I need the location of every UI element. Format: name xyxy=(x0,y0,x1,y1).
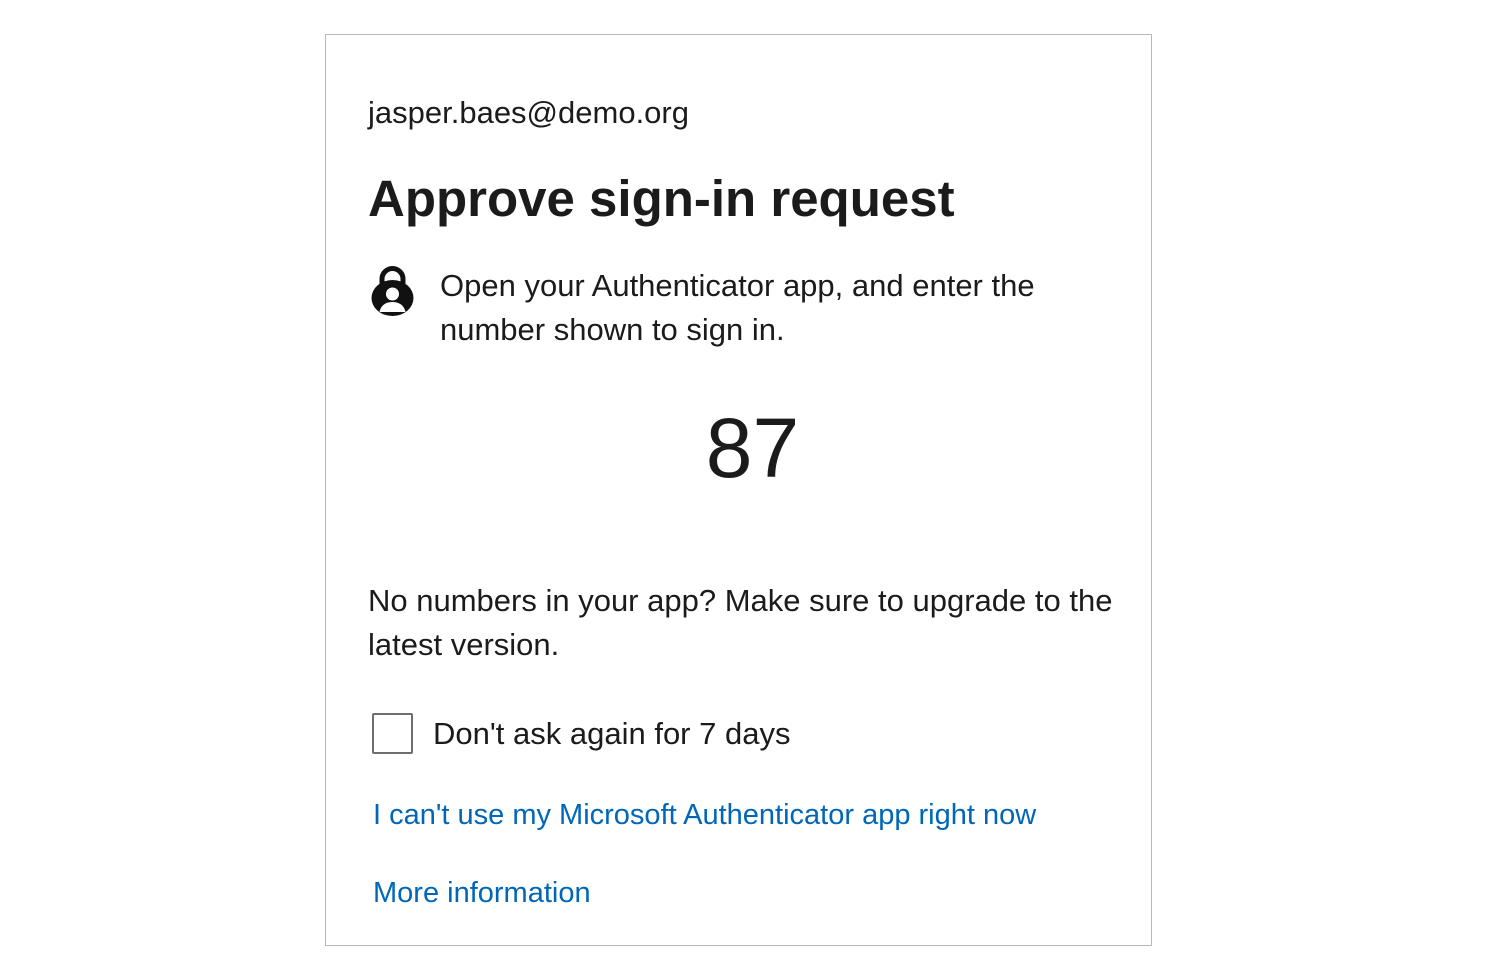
authenticator-lock-icon xyxy=(370,265,415,317)
more-information-link[interactable]: More information xyxy=(373,877,591,910)
upgrade-note: No numbers in your app? Make sure to upg… xyxy=(368,583,1113,662)
sign-in-card: jasper.baes@demo.org Approve sign-in req… xyxy=(325,34,1152,946)
page-title: Approve sign-in request xyxy=(368,170,955,227)
instruction-row: Open your Authenticator app, and enter t… xyxy=(370,264,1110,352)
dont-ask-again-label[interactable]: Don't ask again for 7 days xyxy=(433,716,790,752)
match-number: 87 xyxy=(705,401,800,495)
remember-row[interactable]: Don't ask again for 7 days xyxy=(372,713,790,754)
user-email: jasper.baes@demo.org xyxy=(368,95,689,130)
cant-use-app-link[interactable]: I can't use my Microsoft Authenticator a… xyxy=(373,799,1036,832)
dont-ask-again-checkbox[interactable] xyxy=(372,713,413,754)
instruction-text: Open your Authenticator app, and enter t… xyxy=(440,268,1035,347)
